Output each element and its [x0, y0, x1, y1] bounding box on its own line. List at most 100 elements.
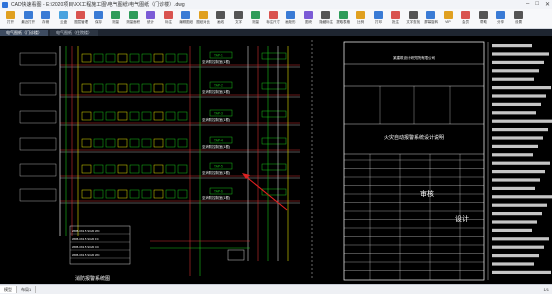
toolbar-label: 图块	[304, 20, 312, 24]
toolbar-button[interactable]: 文字	[230, 9, 248, 29]
toolbar-label: VIP	[445, 20, 451, 24]
toolbar-label: 云盘	[59, 20, 67, 24]
row-label: 至消防控制室(1根)	[202, 59, 230, 64]
toolbar-label: 存储	[42, 20, 50, 24]
row-label: 至消防控制室(1根)	[202, 170, 230, 175]
toolbar-button[interactable]: 测量面积	[125, 9, 143, 29]
row-tag: TAP-3	[214, 112, 223, 116]
toolbar-button[interactable]: VIP	[440, 9, 458, 29]
toolbar-button[interactable]: 帮助	[475, 9, 493, 29]
toolbar-label: 测量	[112, 20, 120, 24]
toolbar-button[interactable]: 屏幕旋转	[422, 9, 440, 29]
toolbar-button[interactable]: 画矩形	[282, 9, 300, 29]
toolbar-label: 会员	[462, 20, 470, 24]
legend-row: WFB-3X2.5 SC20 WC	[72, 253, 100, 257]
toolbar-label: 编辑图纸	[178, 20, 193, 24]
toolbar-button[interactable]: 隐藏标注	[317, 9, 335, 29]
toolbar-button[interactable]: 标注尺寸	[265, 9, 283, 29]
toolbar-label: 分享	[497, 20, 505, 24]
row-label: 至消防控制室(1根)	[202, 144, 230, 149]
stamp-1: 审核	[420, 189, 434, 198]
window-title: CAD快速看图 - E:\2020项目\XX工程施工图\电气图纸\电气图纸（门诊…	[11, 2, 185, 8]
toolbar-button[interactable]: 最近打开	[20, 9, 38, 29]
company-name: 某建筑设计研究院有限公司	[393, 55, 435, 60]
toolbar-button[interactable]: 图纸对比	[195, 9, 213, 29]
toolbar-label: 画矩形	[285, 20, 296, 24]
toolbar-icon	[233, 11, 243, 19]
toolbar-button[interactable]: 批注	[387, 9, 405, 29]
row-tag: TAP-2	[214, 84, 223, 88]
toolbar-button[interactable]: 统计	[142, 9, 160, 29]
toolbar-button[interactable]: 画线	[212, 9, 230, 29]
toolbar-label: 文字	[234, 20, 242, 24]
toolbar-icon	[513, 11, 523, 19]
toolbar-button[interactable]: 编辑图纸	[177, 9, 195, 29]
drawing-canvas[interactable]: TAP-1 至消防控制室(1根) TAP-2 至消防控制室(1根) TAP-3 至消防控制…	[0, 36, 552, 284]
toolbar-button[interactable]: 存储	[37, 9, 55, 29]
toolbar-icon	[373, 11, 383, 19]
toolbar-label: 测量	[252, 20, 260, 24]
row-tag: TAP-4	[214, 139, 223, 143]
toolbar-icon	[321, 11, 331, 19]
toolbar-icon	[251, 11, 261, 19]
page-info: 1/1	[543, 287, 549, 292]
toolbar-icon	[478, 11, 488, 19]
stamp-2: 设计	[455, 214, 469, 223]
toolbar-label: 隐藏标注	[318, 20, 333, 24]
toolbar-button[interactable]: 测量	[247, 9, 265, 29]
toolbar-icon	[163, 11, 173, 19]
legend-row: WFB-3X2.5 SC20 WC	[72, 229, 100, 233]
toolbar-button[interactable]: 图层管理	[72, 9, 90, 29]
toolbar-icon	[93, 11, 103, 19]
toolbar-icon	[6, 11, 16, 19]
toolbar-button[interactable]: 比例	[352, 9, 370, 29]
toolbar-label: 最近打开	[21, 20, 36, 24]
toolbar-label: 文字查找	[406, 20, 421, 24]
toolbar-button[interactable]: 打印	[370, 9, 388, 29]
toolbar-button[interactable]: 保存	[90, 9, 108, 29]
toolbar-button[interactable]: 测量	[107, 9, 125, 29]
toolbar-label: 屏幕旋转	[423, 20, 438, 24]
toolbar-icon	[268, 11, 278, 19]
toolbar-label: 画线	[217, 20, 225, 24]
row-tag: TAP-6	[214, 190, 223, 194]
toolbar-icon	[461, 11, 471, 19]
toolbar-label: 标注尺寸	[266, 20, 281, 24]
toolbar-icon	[338, 11, 348, 19]
toolbar-icon	[198, 11, 208, 19]
drawing-svg[interactable]: TAP-1至消防控制室(1根)TAP-2至消防控制室(1根)TAP-3至消防控制…	[0, 36, 552, 284]
toolbar-icon	[356, 11, 366, 19]
toolbar-button[interactable]: 图块	[300, 9, 318, 29]
row-tag: TAP-1	[214, 54, 223, 58]
legend-row: WFB-3X2.5 SC20 CC	[72, 245, 99, 249]
toolbar-label: 帮助	[479, 20, 487, 24]
toolbar-button[interactable]: 云盘	[55, 9, 73, 29]
toolbar-label: 打开	[7, 20, 15, 24]
annotation-arrow	[243, 174, 288, 211]
document-tabs: 电气图纸（门诊楼） 电气图纸（住院楼）	[0, 29, 552, 36]
toolbar-icon	[391, 11, 401, 19]
toolbar-label: 图纸对比	[196, 20, 211, 24]
row-label: 至消防控制室(1根)	[202, 89, 230, 94]
row-label: 至消防控制室(1根)	[202, 195, 230, 200]
toolbar-button[interactable]: 会员	[457, 9, 475, 29]
toolbar-label: 图层管理	[73, 20, 88, 24]
tab-layout[interactable]: 布局1	[17, 286, 37, 293]
toolbar-button[interactable]: 分享	[492, 9, 510, 29]
toolbar: 打开 最近打开 存储 云盘 图层管理 保存 测量 测量面积 统计 标注 编辑图纸 图纸对比 画线 文字 测量…	[0, 9, 552, 29]
tab-model[interactable]: 模型	[0, 286, 17, 293]
close-icon[interactable]: ✕	[545, 1, 550, 8]
toolbar-icon	[23, 11, 33, 19]
toolbar-label: 统计	[147, 20, 155, 24]
toolbar-icon	[41, 11, 51, 19]
title-block	[343, 41, 485, 281]
toolbar-button[interactable]: 设置	[510, 9, 528, 29]
toolbar-icon	[76, 11, 86, 19]
toolbar-button[interactable]: 标注	[160, 9, 178, 29]
toolbar-button[interactable]: 提取表格	[335, 9, 353, 29]
toolbar-button[interactable]: 打开	[2, 9, 20, 29]
maximize-icon[interactable]: □	[535, 1, 539, 8]
toolbar-icon	[181, 11, 191, 19]
minimize-icon[interactable]: –	[526, 1, 529, 8]
toolbar-button[interactable]: 文字查找	[405, 9, 423, 29]
